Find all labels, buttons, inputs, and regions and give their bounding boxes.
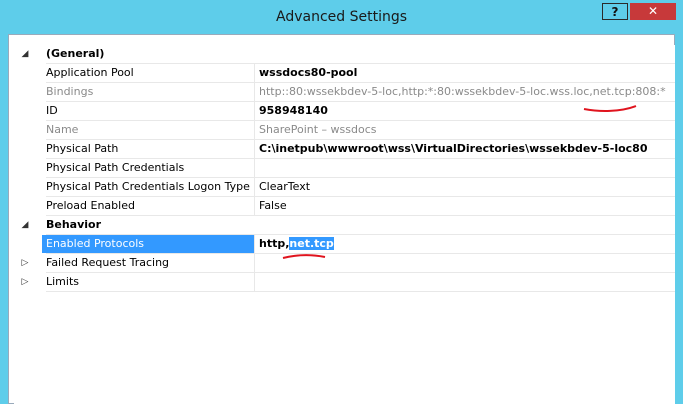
category-label: Failed Request Tracing [46, 256, 170, 269]
property-row-physical-path-credentials[interactable]: Physical Path Credentials [14, 159, 675, 178]
property-row-name[interactable]: Name SharePoint – wssdocs [14, 121, 675, 140]
category-label: (General) [46, 47, 105, 60]
property-name: Physical Path [46, 142, 119, 155]
property-name: Bindings [46, 85, 94, 98]
category-label: Behavior [46, 218, 102, 231]
property-row-id[interactable]: ID 958948140 [14, 102, 675, 121]
close-button[interactable]: ✕ [630, 3, 676, 20]
property-value[interactable] [255, 159, 669, 177]
window-title: Advanced Settings [275, 9, 408, 25]
property-value[interactable]: False [255, 197, 669, 215]
property-value[interactable]: wssdocs80-pool [255, 64, 669, 82]
collapse-arrow-icon[interactable]: ◢ [14, 45, 36, 64]
category-limits[interactable]: ▷ Limits [14, 273, 675, 292]
category-label: Limits [46, 275, 79, 288]
expand-arrow-icon[interactable]: ▷ [14, 273, 36, 292]
property-name: Physical Path Credentials [46, 161, 185, 174]
property-value[interactable]: 958948140 [255, 102, 669, 120]
category-behavior[interactable]: ◢ Behavior [14, 216, 675, 235]
property-grid[interactable]: ◢ (General) Application Pool wssdocs80-p… [14, 45, 675, 404]
selected-text[interactable]: net.tcp [289, 237, 334, 250]
property-row-physical-path[interactable]: Physical Path C:\inetpub\wwwroot\wss\Vir… [14, 140, 675, 159]
property-row-enabled-protocols[interactable]: Enabled Protocols http,net.tcp [14, 235, 675, 254]
property-name: Name [46, 123, 79, 136]
property-row-preload-enabled[interactable]: Preload Enabled False [14, 197, 675, 216]
property-name: ID [46, 104, 58, 117]
category-failed-request-tracing[interactable]: ▷ Failed Request Tracing [14, 254, 675, 273]
property-name: Application Pool [46, 66, 134, 79]
property-row-application-pool[interactable]: Application Pool wssdocs80-pool [14, 64, 675, 83]
property-value-editor[interactable]: http,net.tcp [255, 235, 669, 253]
title-bar[interactable]: Advanced Settings ? ✕ [0, 0, 683, 34]
property-name: Preload Enabled [46, 199, 135, 212]
property-value[interactable]: SharePoint – wssdocs [255, 121, 669, 139]
property-row-bindings[interactable]: Bindings http::80:wssekbdev-5-loc,http:*… [14, 83, 675, 102]
property-value[interactable]: ClearText [255, 178, 669, 196]
collapse-arrow-icon[interactable]: ◢ [14, 216, 36, 235]
property-value[interactable]: C:\inetpub\wwwroot\wss\VirtualDirectorie… [255, 140, 669, 158]
property-name: Enabled Protocols [42, 235, 255, 253]
expand-arrow-icon[interactable]: ▷ [14, 254, 36, 273]
value-prefix: http, [259, 237, 290, 250]
property-row-logon-type[interactable]: Physical Path Credentials Logon Type Cle… [14, 178, 675, 197]
help-button[interactable]: ? [602, 3, 628, 20]
property-value[interactable]: http::80:wssekbdev-5-loc,http:*:80:wssek… [255, 83, 669, 101]
property-name: Physical Path Credentials Logon Type [46, 180, 250, 193]
category-general[interactable]: ◢ (General) [14, 45, 675, 64]
advanced-settings-window: Advanced Settings ? ✕ ◢ (General) Applic… [0, 0, 683, 404]
